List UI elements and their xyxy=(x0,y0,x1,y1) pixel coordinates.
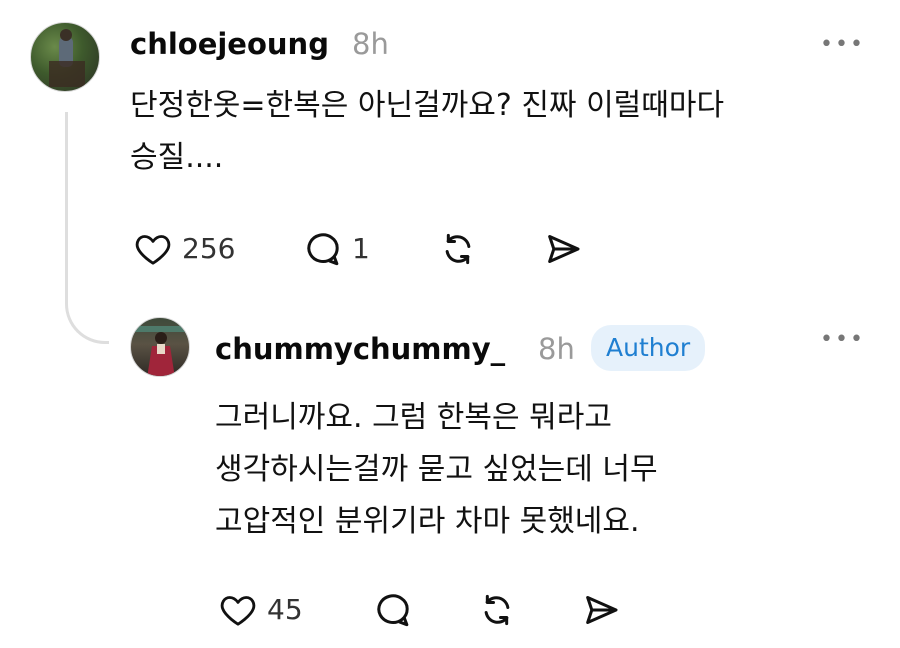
reply-like-count: 45 xyxy=(267,593,303,626)
reply-text-line: 고압적인 분위기라 차마 못했네요. xyxy=(215,504,640,539)
share-icon xyxy=(580,590,622,630)
comment-more-button[interactable]: ••• xyxy=(820,32,865,57)
heart-icon xyxy=(132,229,174,269)
avatar[interactable] xyxy=(130,317,190,377)
thread-connector-line xyxy=(65,112,109,344)
author-badge: Author xyxy=(591,325,706,371)
reply-username[interactable]: chummychummy_ xyxy=(215,331,505,367)
repost-icon xyxy=(437,229,479,269)
comment-body: 단정한옷=한복은 아닌걸까요? 진짜 이럴때마다 승질.... xyxy=(130,80,724,184)
reply-share-button[interactable] xyxy=(580,590,622,630)
repost-icon xyxy=(476,590,518,630)
comment-timestamp: 8h xyxy=(352,27,389,61)
more-icon: ••• xyxy=(820,327,865,352)
comment-text-line: 단정한옷=한복은 아닌걸까요? 진짜 이럴때마다 xyxy=(130,88,725,123)
comment-repost-button[interactable] xyxy=(437,229,479,269)
reply-repost-button[interactable] xyxy=(476,590,518,630)
reply-more-button[interactable]: ••• xyxy=(820,327,865,352)
heart-icon xyxy=(217,590,259,630)
comment-like-count: 256 xyxy=(182,232,236,265)
avatar[interactable] xyxy=(30,22,100,92)
comment-reply-count: 1 xyxy=(352,232,370,265)
comment-like-button[interactable]: 256 xyxy=(132,229,235,269)
reply-reply-button[interactable] xyxy=(372,590,414,630)
reply-like-button[interactable]: 45 xyxy=(217,590,303,630)
comment-reply-button[interactable]: 1 xyxy=(302,229,370,269)
share-icon xyxy=(542,229,584,269)
comment-share-button[interactable] xyxy=(542,229,584,269)
comment-username[interactable]: chloejeoung xyxy=(130,26,329,62)
reply-text-line: 그러니까요. 그럼 한복은 뭐라고 xyxy=(215,400,612,435)
comment-text-line: 승질.... xyxy=(130,140,224,175)
comment-icon xyxy=(302,229,344,269)
reply-body: 그러니까요. 그럼 한복은 뭐라고 생각하시는걸까 묻고 싶었는데 너무 고압적… xyxy=(215,392,658,548)
reply-timestamp: 8h xyxy=(538,332,575,366)
reply-text-line: 생각하시는걸까 묻고 싶었는데 너무 xyxy=(215,452,658,487)
more-icon: ••• xyxy=(820,32,865,57)
comment-icon xyxy=(372,590,414,630)
